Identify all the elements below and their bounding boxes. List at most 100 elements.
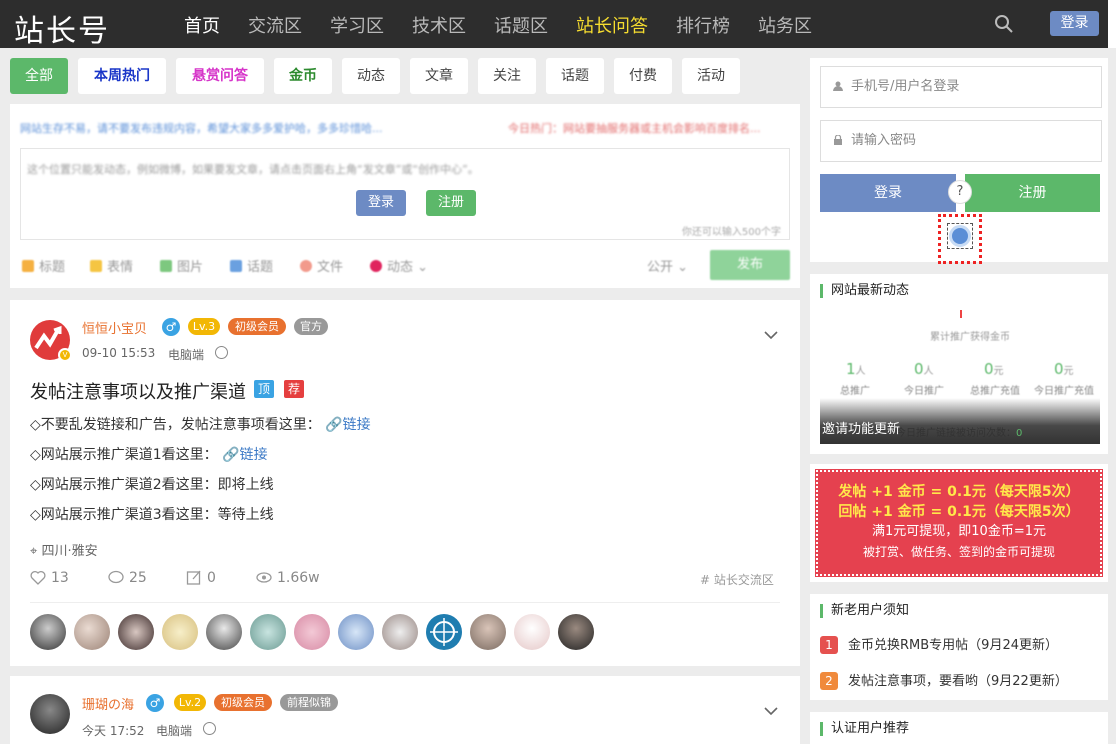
tab-all[interactable]: 全部 bbox=[10, 58, 68, 94]
post-link-2[interactable]: 🔗链接 bbox=[222, 447, 267, 463]
promo-inner[interactable]: 发帖 +1 金币 = 0.1元（每天限5次） 回帖 +1 金币 = 0.1元（每… bbox=[815, 469, 1103, 577]
tab-gold[interactable]: 金币 bbox=[274, 58, 332, 94]
liker-avatar[interactable] bbox=[514, 614, 550, 650]
site-logo[interactable]: 站长号 bbox=[14, 6, 110, 50]
author-avatar[interactable]: V bbox=[30, 320, 72, 362]
lock-icon bbox=[834, 135, 842, 145]
tool-topic[interactable]: 话题 bbox=[230, 256, 273, 275]
tool-image[interactable]: 图片 bbox=[160, 256, 203, 275]
liker-avatar[interactable] bbox=[250, 614, 286, 650]
liker-avatar[interactable] bbox=[470, 614, 506, 650]
nav-home[interactable]: 首页 bbox=[184, 12, 220, 38]
level-badge: Lv.3 bbox=[188, 318, 220, 335]
liker-avatar[interactable] bbox=[558, 614, 594, 650]
tab-activity[interactable]: 活动 bbox=[682, 58, 740, 94]
liker-avatar[interactable] bbox=[426, 614, 462, 650]
liker-avatar[interactable] bbox=[74, 614, 110, 650]
liker-avatar[interactable] bbox=[294, 614, 330, 650]
chevron-down-icon[interactable] bbox=[764, 328, 778, 342]
post-title[interactable]: 发帖注意事项以及推广渠道 bbox=[30, 378, 246, 404]
file-icon bbox=[300, 260, 312, 272]
like-count[interactable]: 13 bbox=[30, 570, 69, 586]
liker-avatar[interactable] bbox=[206, 614, 242, 650]
nav-tech[interactable]: 技术区 bbox=[412, 12, 466, 38]
comment-count[interactable]: 25 bbox=[108, 570, 147, 586]
author-name[interactable]: 珊瑚の海 bbox=[82, 694, 134, 713]
login-button[interactable]: 登录 bbox=[820, 174, 956, 212]
activity-panel: 网站最新动态 累计推广获得金币 1人 0人 0元 0元 总推广 今日推广 总推广… bbox=[810, 274, 1108, 454]
post-time: 今天 17:52 bbox=[82, 724, 145, 738]
notice-item[interactable]: 2 发帖注意事项，要看哟（9月22更新） bbox=[820, 670, 1068, 690]
comment-icon bbox=[108, 570, 124, 584]
nav-qa[interactable]: 站长问答 bbox=[576, 12, 648, 38]
login-panel: 手机号/用户名登录 请输入密码 登录 注册 ? bbox=[810, 58, 1108, 264]
tab-follow[interactable]: 关注 bbox=[478, 58, 536, 94]
notice-rank: 2 bbox=[820, 672, 838, 690]
publish-button[interactable]: 发布 bbox=[710, 250, 790, 280]
publisher-box: 网站生存不易，请不要发布违规内容，希望大家多多爱护哈，多多珍惜哈... 今日热门… bbox=[10, 104, 800, 288]
stat-label: 总推广 bbox=[840, 386, 870, 397]
register-button[interactable]: 注册 bbox=[965, 174, 1100, 212]
tab-dynamic[interactable]: 动态 bbox=[342, 58, 400, 94]
author-avatar[interactable] bbox=[30, 694, 70, 734]
tool-title[interactable]: 标题 bbox=[22, 256, 65, 275]
promo-banner: 发帖 +1 金币 = 0.1元（每天限5次） 回帖 +1 金币 = 0.1元（每… bbox=[810, 464, 1108, 582]
liker-avatar[interactable] bbox=[162, 614, 198, 650]
member-badge: 初级会员 bbox=[214, 694, 272, 711]
eye-icon bbox=[256, 572, 272, 583]
author-name[interactable]: 恒恒小宝贝 bbox=[82, 318, 147, 337]
activity-slide[interactable]: 累计推广获得金币 1人 0人 0元 0元 总推广 今日推广 总推广充值 今日推广… bbox=[820, 310, 1100, 444]
tool-dynamic[interactable]: 动态 ⌄ bbox=[370, 256, 428, 275]
post-link-1[interactable]: 🔗链接 bbox=[325, 417, 370, 433]
help-icon[interactable]: ? bbox=[948, 180, 972, 204]
liker-avatar[interactable] bbox=[338, 614, 374, 650]
member-badge: 初级会员 bbox=[228, 318, 286, 335]
verified-badge: V bbox=[58, 348, 72, 362]
liker-avatar[interactable] bbox=[118, 614, 154, 650]
nav-exchange[interactable]: 交流区 bbox=[248, 12, 302, 38]
top-login-button[interactable]: 登录 bbox=[1050, 11, 1099, 36]
promo-line-1: 发帖 +1 金币 = 0.1元（每天限5次） bbox=[838, 484, 1080, 500]
nav-topics[interactable]: 话题区 bbox=[494, 12, 548, 38]
stat-label: 总推广充值 bbox=[970, 386, 1020, 397]
qq-login-icon[interactable] bbox=[938, 214, 982, 264]
post-line-1: ◇不要乱发链接和广告，发帖注意事项看这里： 🔗链接 bbox=[30, 417, 371, 433]
nav-site-affairs[interactable]: 站务区 bbox=[758, 12, 812, 38]
tab-weekly-hot[interactable]: 本周热门 bbox=[78, 58, 166, 94]
search-icon[interactable] bbox=[994, 14, 1014, 34]
visibility-select[interactable]: 公开 ⌄ bbox=[647, 256, 688, 275]
pinned-tag: 顶 bbox=[254, 380, 274, 398]
publisher-textarea[interactable]: 这个位置只能发动态，例如微博，如果要发文章，请点击页面右上角“发文章”或“创作中… bbox=[20, 148, 790, 240]
qq-logo bbox=[949, 225, 971, 247]
stat-total-recharge: 0元 bbox=[984, 360, 1004, 378]
notice-item[interactable]: 1 金币兑换RMB专用帖（9月24更新） bbox=[820, 634, 1058, 654]
tab-paid[interactable]: 付费 bbox=[614, 58, 672, 94]
publisher-hot[interactable]: 今日热门：网站要抽服务器或主机会影响百度排名... bbox=[508, 120, 761, 136]
post-topic[interactable]: # 站长交流区 bbox=[700, 571, 774, 588]
nav-ranking[interactable]: 排行榜 bbox=[676, 12, 730, 38]
liker-avatar[interactable] bbox=[30, 614, 66, 650]
tool-file[interactable]: 文件 bbox=[300, 256, 343, 275]
globe-icon bbox=[203, 722, 216, 735]
liker-avatar[interactable] bbox=[382, 614, 418, 650]
share-count[interactable]: 0 bbox=[186, 570, 216, 586]
tool-emoji[interactable]: 表情 bbox=[90, 256, 133, 275]
role-badge: 前程似锦 bbox=[280, 694, 338, 711]
post-line-3: ◇网站展示推广渠道2看这里：即将上线 bbox=[30, 477, 274, 493]
publisher-register-button[interactable]: 注册 bbox=[426, 190, 476, 216]
level-badge: Lv.2 bbox=[174, 694, 206, 711]
nav-learn[interactable]: 学习区 bbox=[330, 12, 384, 38]
stat-total-promo: 1人 bbox=[846, 360, 866, 378]
tab-topic[interactable]: 话题 bbox=[546, 58, 604, 94]
publisher-notice: 网站生存不易，请不要发布违规内容，希望大家多多爱护哈，多多珍惜哈... bbox=[20, 122, 383, 135]
password-field[interactable]: 请输入密码 bbox=[820, 120, 1102, 162]
notice-rank: 1 bbox=[820, 636, 838, 654]
post-location: ⌖ 四川·雅安 bbox=[30, 544, 98, 559]
activity-title: 网站最新动态 bbox=[820, 284, 909, 298]
tab-bounty-qa[interactable]: 悬赏问答 bbox=[176, 58, 264, 94]
tab-article[interactable]: 文章 bbox=[410, 58, 468, 94]
activity-footer-small: 今日推广链接被访问次数：0 bbox=[896, 428, 1023, 439]
publisher-login-button[interactable]: 登录 bbox=[356, 190, 406, 216]
chevron-down-icon[interactable] bbox=[764, 704, 778, 718]
username-field[interactable]: 手机号/用户名登录 bbox=[820, 66, 1102, 108]
